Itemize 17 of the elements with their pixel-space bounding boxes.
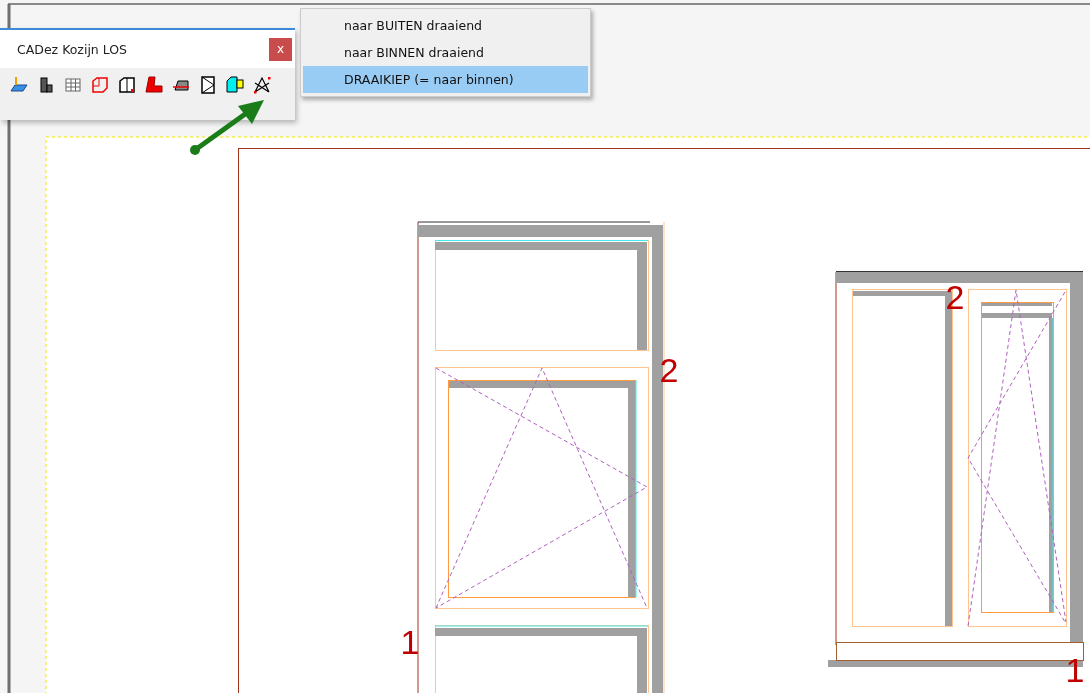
tilt-icon[interactable] — [252, 75, 272, 95]
sash-icon[interactable] — [225, 75, 245, 95]
menu-item[interactable]: naar BUITEN draaiend — [303, 12, 588, 39]
menu-item[interactable]: naar BINNEN draaiend — [303, 39, 588, 66]
close-button[interactable]: x — [269, 37, 292, 61]
frame-outline-icon[interactable] — [90, 75, 110, 95]
layer-icon[interactable] — [9, 75, 29, 95]
panel-title: CADez Kozijn LOS — [17, 41, 128, 57]
frame-number: 2 — [945, 280, 965, 314]
menu-item[interactable]: DRAAIKIEP (= naar binnen) — [303, 66, 588, 93]
profile-icon[interactable] — [144, 75, 164, 95]
frame-number: 1 — [400, 625, 420, 659]
frame-icon[interactable] — [117, 75, 137, 95]
grid-icon[interactable] — [63, 75, 83, 95]
frame-number: 1 — [1065, 653, 1085, 687]
frame-number: 2 — [659, 353, 679, 387]
box-icon[interactable] — [198, 75, 218, 95]
